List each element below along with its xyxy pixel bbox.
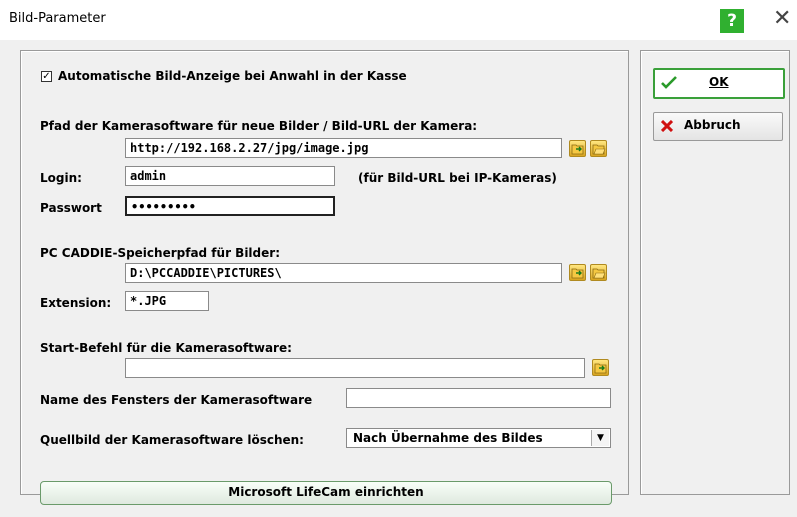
storage-path-label: PC CADDIE-Speicherpfad für Bilder: bbox=[40, 246, 280, 260]
login-input[interactable]: admin bbox=[125, 166, 335, 186]
window-name-input[interactable] bbox=[346, 388, 611, 408]
open-folder-icon bbox=[592, 144, 606, 155]
lifecam-setup-button[interactable]: Microsoft LifeCam einrichten bbox=[40, 481, 612, 505]
checkmark-icon bbox=[661, 76, 677, 89]
title-bar bbox=[0, 0, 797, 40]
red-x-icon bbox=[661, 120, 673, 132]
browse-storage-path-button[interactable] bbox=[569, 264, 586, 281]
password-input[interactable]: ••••••••• bbox=[125, 196, 335, 216]
open-folder-icon bbox=[592, 268, 606, 279]
auto-display-checkbox[interactable]: ✓ bbox=[41, 71, 52, 82]
storage-path-input[interactable]: D:\PCCADDIE\PICTURES\ bbox=[125, 263, 562, 283]
login-label: Login: bbox=[40, 171, 82, 185]
login-hint: (für Bild-URL bei IP-Kameras) bbox=[358, 171, 557, 185]
browse-folder-icon bbox=[594, 363, 607, 374]
ok-button[interactable]: OK bbox=[653, 68, 785, 99]
delete-source-select[interactable]: Nach Übernahme des Bildes ▼ bbox=[346, 428, 611, 448]
password-label: Passwort bbox=[40, 201, 102, 215]
extension-input[interactable]: *.JPG bbox=[125, 291, 209, 311]
open-storage-path-button[interactable] bbox=[590, 264, 607, 281]
window-name-label: Name des Fensters der Kamerasoftware bbox=[40, 393, 313, 407]
browse-folder-icon bbox=[571, 144, 584, 155]
delete-source-value: Nach Übernahme des Bildes bbox=[353, 431, 543, 445]
delete-source-label: Quellbild der Kamerasoftware löschen: bbox=[40, 433, 304, 447]
window-title: Bild-Parameter bbox=[9, 11, 106, 26]
auto-display-label: Automatische Bild-Anzeige bei Anwahl in … bbox=[58, 69, 407, 83]
chevron-down-icon[interactable]: ▼ bbox=[591, 430, 609, 446]
browse-folder-icon bbox=[571, 268, 584, 279]
camera-path-input[interactable]: http://192.168.2.27/jpg/image.jpg bbox=[125, 138, 562, 158]
ok-label: OK bbox=[709, 75, 729, 89]
help-button[interactable]: ? bbox=[720, 9, 744, 33]
browse-camera-path-button[interactable] bbox=[569, 140, 586, 157]
start-command-label: Start-Befehl für die Kamerasoftware: bbox=[40, 341, 292, 355]
start-command-input[interactable] bbox=[125, 358, 585, 378]
camera-path-label: Pfad der Kamerasoftware für neue Bilder … bbox=[40, 119, 478, 133]
cancel-button[interactable]: Abbruch bbox=[653, 112, 783, 141]
open-camera-path-button[interactable] bbox=[590, 140, 607, 157]
extension-label: Extension: bbox=[40, 296, 112, 310]
browse-start-command-button[interactable] bbox=[592, 359, 609, 376]
close-button[interactable]: ✕ bbox=[773, 6, 791, 31]
cancel-label: Abbruch bbox=[684, 118, 741, 132]
